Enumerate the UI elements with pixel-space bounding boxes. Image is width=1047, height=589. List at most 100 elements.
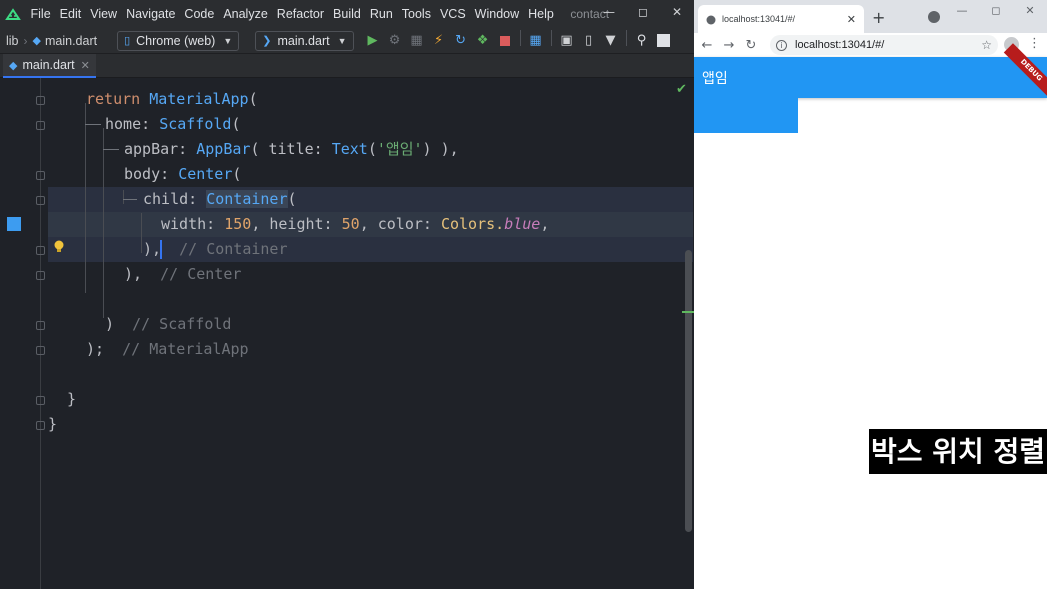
run-config-selector[interactable]: ❯ main.dart ▼ [255, 30, 354, 51]
back-arrow-icon[interactable]: ← [696, 38, 718, 53]
terminal-icon[interactable]: ▣ [556, 30, 578, 52]
browser-tab-title: localhost:13041/#/ [722, 14, 796, 24]
code-token: ( [367, 140, 377, 158]
code-token: appBar: [124, 140, 188, 158]
device-manager-icon[interactable]: ▯ [578, 30, 600, 52]
flutter-appbar: 앱임 DEBUG [694, 43, 1047, 98]
menu-refactor[interactable]: Refactor [272, 7, 328, 21]
profile-icon[interactable]: ▦ [406, 30, 428, 52]
close-tab-icon[interactable]: ✕ [81, 59, 90, 72]
code-line-4: body: Center( [124, 162, 241, 187]
code-token: width: [161, 215, 216, 233]
fold-marker-icon[interactable] [36, 346, 45, 355]
code-token: , [540, 215, 550, 233]
browser-tab[interactable]: localhost:13041/#/ ✕ [698, 5, 864, 33]
browser-navbar: ← → ↻ i localhost:13041/#/ ☆ [694, 33, 1047, 57]
code-editor[interactable]: return MaterialApp( home: Scaffold( appB… [0, 78, 694, 589]
run-icon[interactable]: ▶ [362, 30, 384, 52]
fold-marker-icon[interactable] [36, 396, 45, 405]
stop-icon[interactable] [494, 30, 516, 52]
code-comment: // Container [179, 240, 288, 258]
no-problems-check-icon[interactable]: ✔ [676, 82, 687, 97]
flutter-icon: ❯ [262, 35, 272, 47]
lightbulb-icon[interactable] [53, 240, 65, 258]
fold-marker-icon[interactable] [36, 196, 45, 205]
more-menu-icon[interactable]: ⋮ [1028, 36, 1041, 51]
menu-help[interactable]: Help [524, 7, 559, 21]
code-token: Colors. [440, 215, 505, 233]
indent-guide [141, 213, 142, 253]
change-marker [682, 311, 694, 313]
breadcrumb-separator: › [23, 33, 28, 48]
indent-guide [123, 190, 124, 204]
browser-close-icon[interactable]: ✕ [1013, 0, 1047, 22]
info-icon[interactable]: i [776, 39, 787, 51]
avatar-icon[interactable] [653, 30, 675, 52]
address-bar[interactable]: i localhost:13041/#/ ☆ [770, 35, 998, 55]
fold-marker-icon[interactable] [36, 96, 45, 105]
menu-code[interactable]: Code [180, 7, 219, 21]
hot-restart-icon[interactable]: ↻ [450, 30, 472, 52]
color-preview-icon[interactable] [7, 217, 21, 231]
close-tab-icon[interactable]: ✕ [847, 13, 856, 26]
bookmark-star-icon[interactable]: ☆ [981, 38, 992, 52]
menu-file[interactable]: File [26, 7, 55, 21]
code-number: 50 [341, 215, 360, 233]
code-token: Scaffold [159, 115, 232, 133]
forward-arrow-icon[interactable]: → [718, 38, 740, 53]
tab-search-icon[interactable] [928, 11, 940, 23]
code-token: ( [248, 90, 258, 108]
menu-vcs[interactable]: VCS [435, 7, 470, 21]
menu-navigate[interactable]: Navigate [122, 7, 180, 21]
code-token: Text [331, 140, 368, 158]
code-token: ) [105, 315, 115, 333]
browser-maximize-icon[interactable]: ◻ [979, 0, 1013, 22]
fold-marker-icon[interactable] [36, 246, 45, 255]
fold-marker-icon[interactable] [36, 271, 45, 280]
menu-edit[interactable]: Edit [55, 7, 86, 21]
dart-file-icon: ◆ [32, 35, 41, 47]
ide-maximize-icon[interactable]: ◻ [626, 0, 660, 28]
code-token: ); [86, 340, 105, 358]
code-token: blue [504, 215, 541, 233]
tab-main-dart[interactable]: ◆ main.dart ✕ [3, 54, 96, 78]
breadcrumb-main-dart[interactable]: main.dart [45, 34, 97, 48]
project-structure-icon[interactable]: ▦ [525, 30, 547, 52]
debug-icon[interactable]: ⚙ [384, 30, 406, 52]
fold-marker-icon[interactable] [36, 421, 45, 430]
browser-tabstrip: localhost:13041/#/ ✕ + — ◻ ✕ [694, 0, 1047, 33]
menu-analyze[interactable]: Analyze [219, 7, 272, 21]
search-icon[interactable]: ⚲ [631, 30, 653, 52]
reload-icon[interactable]: ↻ [740, 38, 762, 53]
browser-window: localhost:13041/#/ ✕ + — ◻ ✕ ← → ↻ i loc… [694, 0, 1047, 589]
fold-marker-icon[interactable] [36, 121, 45, 130]
code-line-9: ) // Scaffold [105, 312, 231, 337]
gutter-divider [40, 78, 41, 589]
menu-view[interactable]: View [86, 7, 122, 21]
code-token: Center [178, 165, 233, 183]
code-line-1: return MaterialApp( [86, 87, 258, 112]
menu-run[interactable]: Run [365, 7, 397, 21]
code-string: '앱임' [376, 140, 423, 158]
menu-window[interactable]: Window [470, 7, 523, 21]
indent-guide [85, 103, 86, 293]
menu-build[interactable]: Build [329, 7, 366, 21]
code-comment: // MaterialApp [122, 340, 249, 358]
browser-minimize-icon[interactable]: — [945, 0, 979, 22]
device-selector[interactable]: ▯ Chrome (web) ▼ [117, 30, 240, 51]
breadcrumb-lib[interactable]: lib [6, 34, 19, 48]
new-tab-icon[interactable]: + [872, 8, 885, 27]
chevron-down-icon: ▼ [337, 35, 347, 46]
hot-reload-icon[interactable]: ⚡ [428, 30, 450, 52]
editor-scrollbar[interactable] [685, 250, 692, 532]
blue-container-box [694, 98, 798, 133]
fold-marker-icon[interactable] [36, 171, 45, 180]
fold-marker-icon[interactable] [36, 321, 45, 330]
sdk-manager-icon[interactable]: ▼ [600, 30, 622, 52]
ide-minimize-icon[interactable]: — [592, 0, 626, 28]
code-token: MaterialApp [149, 90, 249, 108]
menu-tools[interactable]: Tools [397, 7, 435, 21]
indent-guide [103, 128, 104, 318]
ide-close-icon[interactable]: ✕ [660, 0, 694, 28]
attach-debugger-icon[interactable]: ❖ [472, 30, 494, 52]
